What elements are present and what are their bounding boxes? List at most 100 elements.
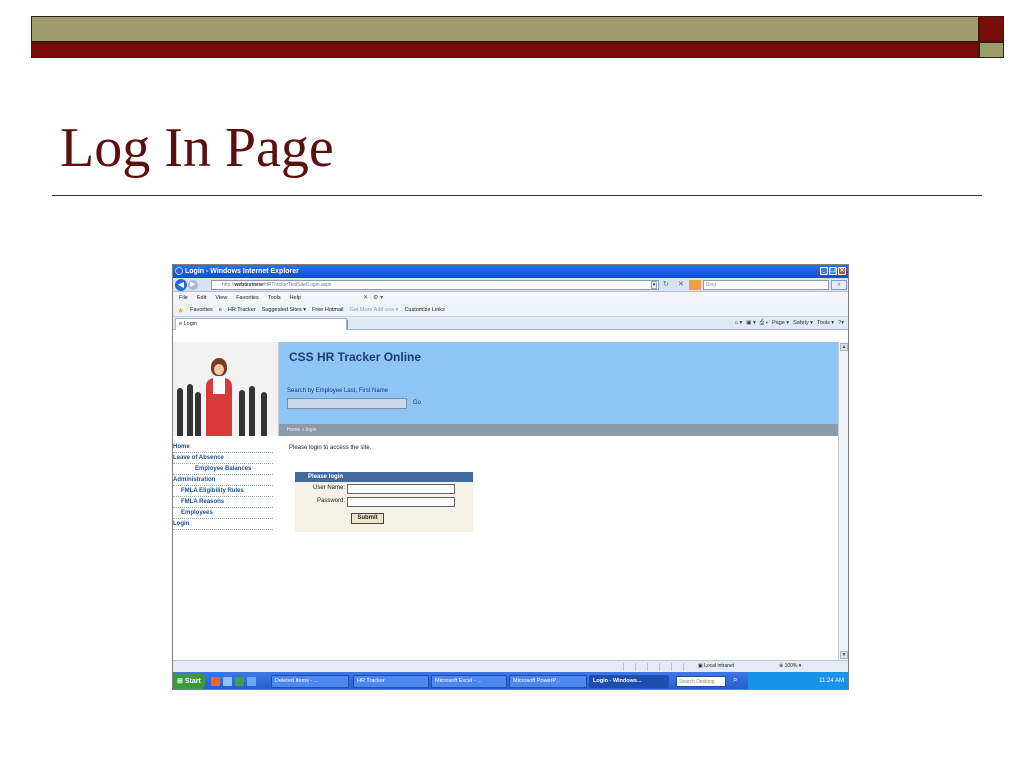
task-deleted-items[interactable]: Deleted Items - ...: [271, 675, 349, 688]
minimize-button[interactable]: _: [820, 267, 828, 275]
site-header: CSS HR Tracker Online Search by Employee…: [279, 342, 839, 424]
intranet-icon: ▣: [698, 663, 703, 669]
menu-edit[interactable]: Edit: [197, 292, 206, 304]
task-powerpoint[interactable]: Microsoft PowerP...: [509, 675, 587, 688]
nav-employees[interactable]: Employees: [173, 508, 273, 519]
app-title: CSS HR Tracker Online: [289, 350, 422, 364]
security-zone-label: Local intranet: [704, 663, 735, 669]
vertical-scrollbar[interactable]: ▲ ▼: [838, 342, 848, 660]
nav-administration[interactable]: Administration: [173, 475, 273, 486]
menu-bar: File Edit View Favorites Tools Help ✕ ⚙ …: [173, 292, 848, 304]
browser-screenshot: Login - Windows Internet Explorer _ ❐ ✕ …: [172, 264, 849, 690]
search-button[interactable]: ⌕: [831, 280, 847, 290]
nav-leave-of-absence[interactable]: Leave of Absence: [173, 453, 273, 464]
desktop-search-input[interactable]: Search Desktop: [676, 676, 726, 687]
menu-tools[interactable]: Tools: [268, 292, 281, 304]
username-label: User Name:: [312, 485, 345, 491]
title-divider: [52, 195, 982, 196]
nav-login[interactable]: Login: [173, 519, 273, 530]
search-icon[interactable]: ⌕: [733, 675, 737, 685]
login-prompt: Please login to access the site.: [289, 445, 372, 451]
task-login-ie[interactable]: Login - Windows...: [589, 675, 669, 688]
web-search-input[interactable]: Bing: [703, 280, 829, 290]
zoom-level[interactable]: ⊕ 100% ▾: [779, 661, 801, 672]
command-bar: ⌂ ▾ ▣ ▾ ⎙ ▾ Page ▾ Safety ▾ Tools ▾ ?▾: [735, 317, 844, 330]
quicklaunch-icon[interactable]: [223, 677, 232, 686]
login-panel: Please login User Name: Password: Submit: [295, 472, 473, 532]
back-button[interactable]: ◀: [175, 279, 187, 291]
fav-link-customize[interactable]: Customize Links: [404, 304, 444, 316]
window-title: Login - Windows Internet Explorer: [185, 268, 299, 275]
zoom-label: 100%: [784, 663, 798, 669]
tab-strip: e Login ⌂ ▾ ▣ ▾ ⎙ ▾ Page ▾ Safety ▾ Tool…: [173, 317, 848, 330]
quicklaunch-icon[interactable]: [235, 677, 244, 686]
window-titlebar: Login - Windows Internet Explorer _ ❐ ✕: [173, 265, 848, 278]
new-tab-button[interactable]: [347, 320, 348, 329]
nav-fmla-reasons[interactable]: FMLA Reasons: [173, 497, 273, 508]
home-icon[interactable]: ⌂ ▾: [735, 317, 743, 330]
windows-taskbar: ⊞ Start Deleted Items - ... HR Tracker M…: [173, 672, 848, 689]
cmd-safety[interactable]: Safety ▾: [793, 317, 813, 330]
forward-button[interactable]: ▶: [188, 280, 198, 290]
favorites-button[interactable]: Favorites: [190, 304, 213, 316]
address-dropdown-button[interactable]: ▾: [651, 281, 657, 289]
maximize-button[interactable]: ❐: [829, 267, 837, 275]
username-field[interactable]: [347, 484, 455, 494]
decorative-top-bar: [31, 16, 979, 42]
cmd-page[interactable]: Page ▾: [772, 317, 789, 330]
menu-file[interactable]: File: [179, 292, 188, 304]
web-page: CSS HR Tracker Online Search by Employee…: [173, 342, 839, 660]
tab-login[interactable]: e Login: [175, 318, 347, 330]
nav-fmla-eligibility-rules[interactable]: FMLA Eligibility Rules: [173, 486, 273, 497]
bing-logo-icon: [689, 280, 701, 290]
menu-view[interactable]: View: [215, 292, 227, 304]
stop-icon[interactable]: ✕: [678, 280, 684, 288]
menu-help[interactable]: Help: [290, 292, 301, 304]
nav-employee-balances[interactable]: Employee Balances: [173, 464, 273, 475]
breadcrumb: Home » login: [279, 424, 839, 436]
task-excel[interactable]: Microsoft Excel - ...: [431, 675, 507, 688]
start-button[interactable]: ⊞ Start: [173, 673, 205, 689]
submit-button[interactable]: Submit: [351, 513, 384, 524]
feeds-icon[interactable]: ▣ ▾: [746, 317, 756, 330]
cmd-tools[interactable]: Tools ▾: [817, 317, 834, 330]
login-header: Please login: [295, 472, 473, 482]
employee-search-input[interactable]: [287, 398, 407, 409]
print-icon[interactable]: ⎙ ▾: [760, 317, 768, 330]
menu-favorites[interactable]: Favorites: [236, 292, 259, 304]
close-button[interactable]: ✕: [838, 267, 846, 275]
fav-hr-tracker-icon: e: [218, 307, 222, 313]
system-tray: 11:24 AM: [748, 672, 848, 689]
scroll-down-button[interactable]: ▼: [840, 651, 848, 659]
decorative-maroon-bar: [31, 42, 979, 58]
addon-toolbar-icons[interactable]: ✕ ⚙ ▾: [363, 292, 383, 304]
clock[interactable]: 11:24 AM: [819, 672, 844, 689]
password-field[interactable]: [347, 497, 455, 507]
quicklaunch-icon[interactable]: [247, 677, 256, 686]
slide-title: Log In Page: [60, 117, 334, 179]
address-field[interactable]: http://webtestnew/HRTrackerTestSite/Logi…: [211, 280, 659, 290]
employee-search-label: Search by Employee Last, First Name: [287, 388, 389, 394]
help-icon[interactable]: ?▾: [838, 317, 844, 330]
favorites-star-icon[interactable]: ★: [177, 304, 184, 316]
refresh-icon[interactable]: ↻: [663, 280, 669, 288]
scroll-up-button[interactable]: ▲: [840, 343, 848, 351]
status-bar: ▣ Local intranet ⊕ 100% ▾: [173, 660, 848, 672]
fav-link-suggested-sites[interactable]: Suggested Sites ▾: [262, 304, 306, 316]
quicklaunch-icon[interactable]: [211, 677, 220, 686]
fav-link-free-hotmail[interactable]: Free Hotmail: [312, 304, 343, 316]
password-label: Password:: [316, 498, 345, 504]
fav-link-addons[interactable]: Get More Add-ons ▾: [350, 304, 399, 316]
banner-photo: [173, 342, 279, 436]
task-hr-tracker[interactable]: HR Tracker: [353, 675, 429, 688]
fav-link-hr-tracker[interactable]: HR Tracker: [228, 304, 256, 316]
tab-login-label: Login: [183, 321, 198, 327]
ie-logo-icon: [175, 267, 183, 275]
security-zone[interactable]: ▣ Local intranet: [698, 661, 734, 672]
tab-ie-icon: e: [179, 321, 183, 327]
address-bar-row: ◀ ▶ http://webtestnew/HRTrackerTestSite/…: [173, 278, 848, 292]
nav-home[interactable]: Home: [173, 442, 273, 453]
go-button[interactable]: Go: [410, 397, 424, 410]
decorative-corner-block-lower: [979, 42, 1004, 58]
favorites-bar: ★ Favorites e HR Tracker Suggested Sites…: [173, 304, 848, 317]
